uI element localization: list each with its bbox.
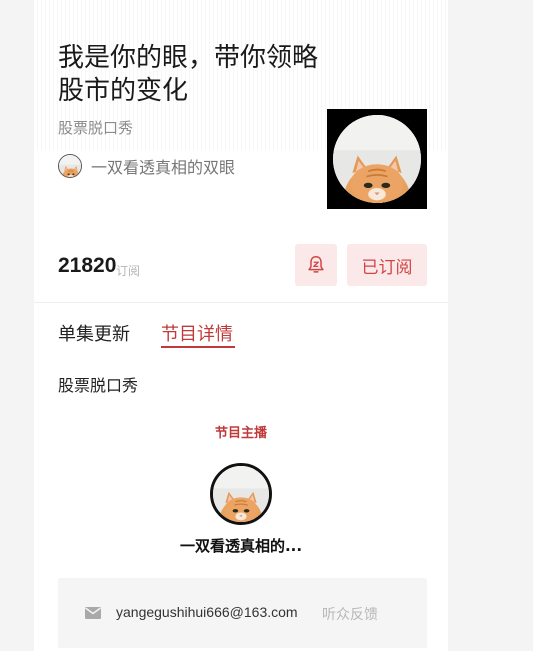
- podcast-cover: [327, 109, 427, 209]
- active-tab-indicator: [161, 346, 235, 348]
- program-description: 股票脱口秀: [58, 376, 139, 395]
- cat-host-icon: [213, 466, 269, 522]
- feedback-link[interactable]: 听众反馈: [322, 604, 378, 624]
- host-heading: 节目主播: [214, 426, 267, 441]
- podcast-detail-page: 我是你的眼，带你领略股市的变化 股票脱口秀 一双看透真相的双眼 21820 订阅…: [34, 0, 448, 651]
- author-row[interactable]: 一双看透真相的双眼: [58, 154, 235, 178]
- notification-button[interactable]: [295, 244, 337, 286]
- contact-email[interactable]: yangegushihui666@163.com: [116, 604, 298, 620]
- tab-details[interactable]: 节目详情: [161, 320, 233, 346]
- bell-icon: [308, 256, 324, 273]
- author-avatar: [58, 154, 82, 178]
- cat-cover-icon: [333, 115, 421, 203]
- podcast-title: 我是你的眼，带你领略股市的变化: [58, 43, 319, 106]
- contact-box[interactable]: yangegushihui666@163.com 听众反馈: [58, 578, 427, 648]
- section-divider: [34, 302, 448, 303]
- cover-image: [333, 115, 421, 203]
- mail-icon: [85, 607, 101, 619]
- cat-avatar-icon: [59, 155, 82, 178]
- subscribed-button[interactable]: 已订阅: [347, 244, 427, 286]
- subscriber-count: 21820: [58, 254, 117, 277]
- host-avatar[interactable]: [210, 463, 272, 525]
- tab-episodes[interactable]: 单集更新: [58, 320, 130, 346]
- host-name[interactable]: 一双看透真相的...: [34, 535, 448, 556]
- subscriber-label: 订阅: [116, 264, 141, 278]
- podcast-category[interactable]: 股票脱口秀: [58, 117, 133, 138]
- author-name: 一双看透真相的双眼: [91, 158, 236, 177]
